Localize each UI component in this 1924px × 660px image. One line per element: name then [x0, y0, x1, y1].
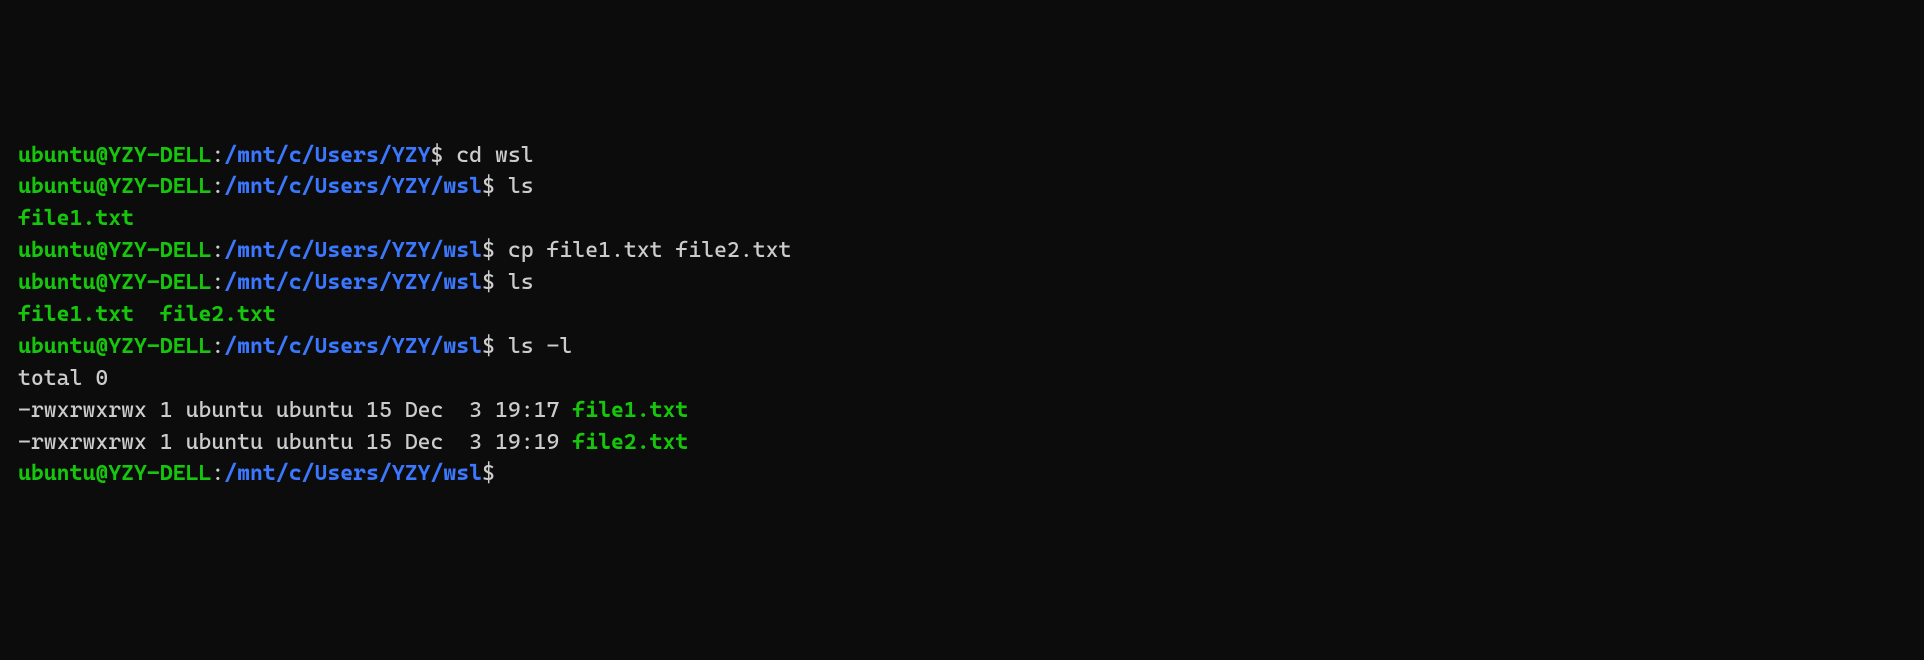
terminal-segment-path: /mnt/c/Users/YZY/wsl	[224, 461, 482, 486]
terminal-segment-path: /mnt/c/Users/YZY/wsl	[224, 174, 482, 199]
terminal-segment-cmd: ls	[508, 270, 534, 295]
terminal-segment-file-green: file1.txt	[18, 206, 134, 231]
terminal-segment-plain: :	[211, 174, 224, 199]
terminal-segment-plain: :	[211, 238, 224, 263]
terminal-segment-file-green: file2.txt	[572, 430, 688, 455]
terminal-line: ubuntu@YZY-DELL:/mnt/c/Users/YZY$ cd wsl	[18, 140, 1906, 172]
terminal-line: file1.txt file2.txt	[18, 299, 1906, 331]
terminal-segment-plain: :	[211, 143, 224, 168]
terminal-line: total 0	[18, 363, 1906, 395]
terminal-segment-user-host: ubuntu@YZY-DELL	[18, 238, 211, 263]
terminal-line: ubuntu@YZY-DELL:/mnt/c/Users/YZY/wsl$ cp…	[18, 235, 1906, 267]
terminal-line: ubuntu@YZY-DELL:/mnt/c/Users/YZY/wsl$	[18, 458, 1906, 490]
terminal-segment-prompt-symbol: $	[431, 143, 457, 168]
terminal-segment-cmd: ls -l	[508, 334, 572, 359]
terminal-segment-prompt-symbol: $	[482, 238, 508, 263]
terminal-segment-path: /mnt/c/Users/YZY/wsl	[224, 238, 482, 263]
terminal-line: -rwxrwxrwx 1 ubuntu ubuntu 15 Dec 3 19:1…	[18, 395, 1906, 427]
terminal-segment-user-host: ubuntu@YZY-DELL	[18, 270, 211, 295]
terminal-segment-prompt-symbol: $	[482, 461, 508, 486]
terminal-line: -rwxrwxrwx 1 ubuntu ubuntu 15 Dec 3 19:1…	[18, 427, 1906, 459]
terminal-segment-plain: -rwxrwxrwx 1 ubuntu ubuntu 15 Dec 3 19:1…	[18, 430, 572, 455]
terminal-segment-path: /mnt/c/Users/YZY/wsl	[224, 270, 482, 295]
terminal-segment-prompt-symbol: $	[482, 174, 508, 199]
terminal-segment-file-green: file2.txt	[160, 302, 276, 327]
terminal-segment-cmd: cp file1.txt file2.txt	[508, 238, 792, 263]
terminal-segment-user-host: ubuntu@YZY-DELL	[18, 334, 211, 359]
terminal-segment-plain: :	[211, 461, 224, 486]
terminal-segment-prompt-symbol: $	[482, 270, 508, 295]
terminal-segment-plain: :	[211, 270, 224, 295]
terminal-segment-plain: total 0	[18, 366, 108, 391]
terminal-segment-plain: -rwxrwxrwx 1 ubuntu ubuntu 15 Dec 3 19:1…	[18, 398, 572, 423]
terminal-segment-user-host: ubuntu@YZY-DELL	[18, 174, 211, 199]
terminal-line: ubuntu@YZY-DELL:/mnt/c/Users/YZY/wsl$ ls	[18, 171, 1906, 203]
terminal-output[interactable]: ubuntu@YZY-DELL:/mnt/c/Users/YZY$ cd wsl…	[18, 140, 1906, 491]
terminal-segment-plain	[134, 302, 160, 327]
terminal-line: ubuntu@YZY-DELL:/mnt/c/Users/YZY/wsl$ ls	[18, 267, 1906, 299]
terminal-segment-cmd: cd wsl	[456, 143, 533, 168]
terminal-segment-prompt-symbol: $	[482, 334, 508, 359]
terminal-segment-file-green: file1.txt	[572, 398, 688, 423]
terminal-segment-path: /mnt/c/Users/YZY	[224, 143, 430, 168]
terminal-segment-user-host: ubuntu@YZY-DELL	[18, 143, 211, 168]
terminal-segment-file-green: file1.txt	[18, 302, 134, 327]
terminal-segment-plain: :	[211, 334, 224, 359]
terminal-line: ubuntu@YZY-DELL:/mnt/c/Users/YZY/wsl$ ls…	[18, 331, 1906, 363]
terminal-segment-user-host: ubuntu@YZY-DELL	[18, 461, 211, 486]
terminal-segment-path: /mnt/c/Users/YZY/wsl	[224, 334, 482, 359]
terminal-segment-cmd: ls	[508, 174, 534, 199]
terminal-line: file1.txt	[18, 203, 1906, 235]
